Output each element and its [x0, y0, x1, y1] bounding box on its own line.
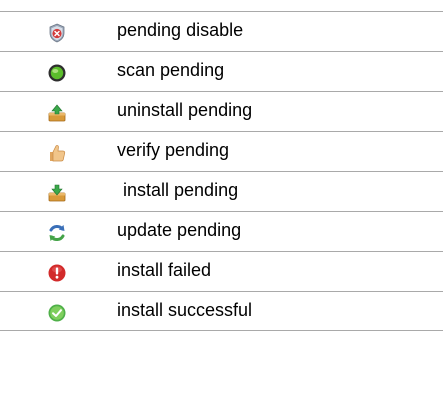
legend-row-install-pending: install pending [0, 171, 443, 211]
legend-row-verify-pending: verify pending [0, 131, 443, 171]
legend-row-uninstall-pending: uninstall pending [0, 91, 443, 131]
legend-row-update-pending: update pending [0, 211, 443, 251]
legend-label: update pending [117, 220, 242, 240]
legend-label: install failed [117, 260, 212, 280]
green-dot-icon [48, 64, 66, 82]
thumbs-up-icon [50, 145, 66, 162]
legend-row-scan-pending: scan pending [0, 51, 443, 91]
legend-row-install-successful: install successful [0, 291, 443, 331]
refresh-arrows-icon [49, 224, 65, 242]
shield-x-icon [49, 23, 65, 43]
legend-label: uninstall pending [117, 100, 253, 120]
legend-row-install-failed: install failed [0, 251, 443, 291]
error-exclamation-icon [48, 264, 66, 282]
legend-label: pending disable [117, 20, 244, 40]
legend-row-pending-disable: pending disable [0, 11, 443, 51]
install-box-icon [48, 184, 66, 202]
check-circle-icon [48, 304, 66, 322]
legend-label: install successful [117, 300, 253, 320]
uninstall-box-icon [48, 104, 66, 122]
legend-label: scan pending [117, 60, 225, 80]
legend-label: verify pending [117, 140, 230, 160]
legend-label: install pending [123, 180, 239, 200]
